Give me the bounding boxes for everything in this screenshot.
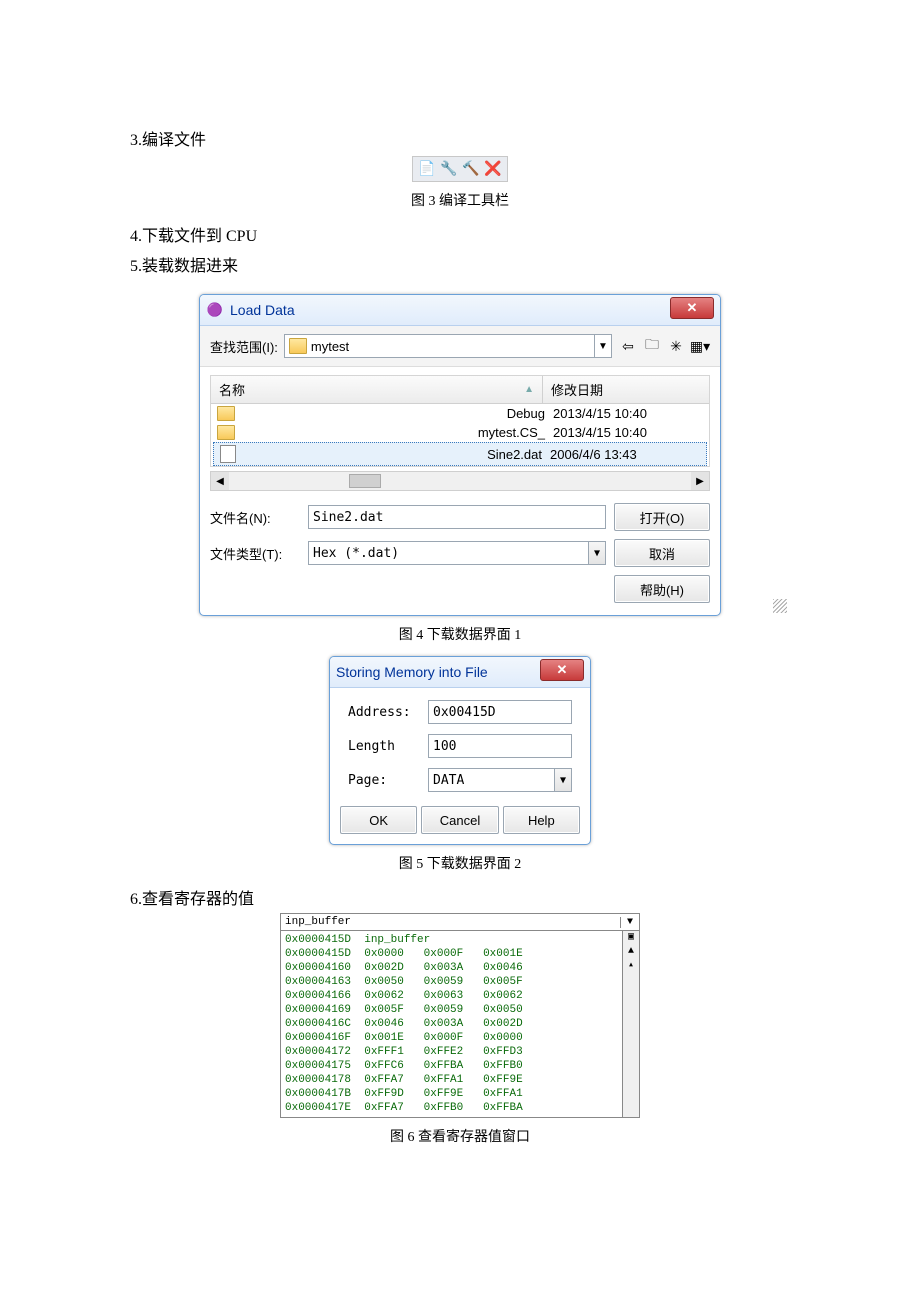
up-folder-icon[interactable]: 🗀 — [642, 336, 662, 356]
list-item[interactable]: mytest.CS_2013/4/15 10:40 — [211, 423, 709, 442]
column-date-header[interactable]: 修改日期 — [543, 376, 709, 403]
scroll-left-icon[interactable]: ◀ — [211, 472, 229, 490]
file-date: 2013/4/15 10:40 — [545, 425, 703, 440]
table-row: 0x0000416C 0x0046 0x003A 0x002D — [285, 1017, 618, 1031]
close-button[interactable]: ✕ — [540, 659, 584, 681]
dialog-title: Load Data — [230, 302, 295, 318]
variable-name-combo[interactable]: inp_buffer — [281, 914, 620, 930]
filetype-combo[interactable]: Hex (*.dat) ▼ — [308, 541, 606, 565]
chevron-down-icon[interactable]: ▼ — [620, 917, 639, 928]
table-row: 0x0000417B 0xFF9D 0xFF9E 0xFFA1 — [285, 1087, 618, 1101]
file-icon — [220, 445, 236, 463]
compile-toolbar: 📄 🔧 🔨 ❌ — [412, 156, 508, 182]
table-row: 0x00004175 0xFFC6 0xFFBA 0xFFB0 — [285, 1059, 618, 1073]
toolbar-icon-2[interactable]: 🔧 — [439, 159, 459, 179]
filetype-label: 文件类型(T): — [210, 544, 300, 563]
table-row: 0x0000417E 0xFFA7 0xFFB0 0xFFBA — [285, 1101, 618, 1115]
toolbar-icon-4[interactable]: ❌ — [483, 159, 503, 179]
scroll-up-top-icon: ▲ — [628, 945, 634, 959]
table-row: 0x00004166 0x0062 0x0063 0x0062 — [285, 989, 618, 1003]
fig3-caption: 图 3 编译工具栏 — [130, 190, 790, 210]
horizontal-scrollbar[interactable]: ◀ ▶ — [210, 471, 710, 491]
address-input[interactable]: 0x00415D — [428, 700, 572, 724]
nav-icons: ⇦ 🗀 ✳ ▦▾ — [618, 336, 710, 356]
filename-input[interactable]: Sine2.dat — [308, 505, 606, 529]
table-row: 0x0000415D 0x0000 0x000F 0x001E — [285, 947, 618, 961]
file-name: mytest.CS_ — [478, 425, 545, 440]
help-button[interactable]: Help — [503, 806, 580, 834]
close-button[interactable]: ✕ — [670, 297, 714, 319]
chevron-down-icon[interactable]: ▼ — [594, 335, 611, 357]
column-name-header[interactable]: 名称 — [219, 380, 245, 399]
page-combo[interactable]: DATA ▼ — [428, 768, 572, 792]
file-name: Sine2.dat — [487, 447, 542, 462]
fig5-caption: 图 5 下载数据界面 2 — [130, 853, 790, 873]
table-row: 0x00004169 0x005F 0x0059 0x0050 — [285, 1003, 618, 1017]
section-3-heading: 3.编译文件 — [130, 126, 790, 150]
app-icon: 🟣 — [206, 301, 224, 319]
table-row: 0x0000415D inp_buffer — [285, 933, 618, 947]
file-listview[interactable]: 名称 ▲ 修改日期 Debug2013/4/15 10:40mytest.CS_… — [210, 375, 710, 467]
section-6-heading: 6.查看寄存器的值 — [130, 885, 790, 909]
file-date: 2013/4/15 10:40 — [545, 406, 703, 421]
mem-dialog-title: Storing Memory into File — [336, 664, 488, 680]
chevron-down-icon[interactable]: ▼ — [554, 769, 571, 791]
file-date: 2006/4/6 13:43 — [542, 447, 700, 462]
table-row: 0x0000416F 0x001E 0x000F 0x0000 — [285, 1031, 618, 1045]
length-label: Length — [348, 739, 428, 754]
views-icon[interactable]: ▦▾ — [690, 336, 710, 356]
new-folder-icon[interactable]: ✳ — [666, 336, 686, 356]
help-button[interactable]: 帮助(H) — [614, 575, 710, 603]
vertical-scrollbar[interactable]: ▣ ▲ ▴ — [622, 931, 639, 1117]
storing-memory-dialog: Storing Memory into File ✕ Address: 0x00… — [329, 656, 591, 845]
table-row: 0x00004163 0x0050 0x0059 0x005F — [285, 975, 618, 989]
lookin-combo[interactable]: mytest ▼ — [284, 334, 612, 358]
fig6-caption: 图 6 查看寄存器值窗口 — [130, 1126, 790, 1146]
folder-icon — [217, 425, 235, 440]
folder-icon — [289, 338, 307, 354]
lookin-label: 查找范围(I): — [210, 337, 278, 356]
back-icon[interactable]: ⇦ — [618, 336, 638, 356]
scroll-up-icon: ▴ — [628, 959, 634, 973]
open-button[interactable]: 打开(O) — [614, 503, 710, 531]
memory-table[interactable]: 0x0000415D inp_buffer0x0000415D 0x0000 0… — [281, 931, 622, 1117]
length-input[interactable]: 100 — [428, 734, 572, 758]
list-item[interactable]: Sine2.dat2006/4/6 13:43 — [213, 442, 707, 466]
register-window: inp_buffer ▼ 0x0000415D inp_buffer0x0000… — [280, 913, 640, 1118]
ok-button[interactable]: OK — [340, 806, 417, 834]
table-row: 0x00004172 0xFFF1 0xFFE2 0xFFD3 — [285, 1045, 618, 1059]
cancel-button[interactable]: 取消 — [614, 539, 710, 567]
folder-icon — [217, 406, 235, 421]
lookin-value: mytest — [311, 339, 349, 354]
page-label: Page: — [348, 773, 428, 788]
toolbar-icon-3[interactable]: 🔨 — [461, 159, 481, 179]
chevron-down-icon[interactable]: ▼ — [588, 542, 605, 564]
fig4-caption: 图 4 下载数据界面 1 — [130, 624, 790, 644]
cancel-button[interactable]: Cancel — [421, 806, 498, 834]
list-item[interactable]: Debug2013/4/15 10:40 — [211, 404, 709, 423]
load-data-dialog: 🟣 Load Data ✕ 查找范围(I): mytest ▼ ⇦ 🗀 ✳ ▦▾ — [199, 294, 721, 616]
scroll-right-icon[interactable]: ▶ — [691, 472, 709, 490]
table-row: 0x00004160 0x002D 0x003A 0x0046 — [285, 961, 618, 975]
scroll-close-icon: ▣ — [628, 931, 634, 945]
toolbar-icon-1[interactable]: 📄 — [417, 159, 437, 179]
filename-label: 文件名(N): — [210, 508, 300, 527]
sort-asc-icon[interactable]: ▲ — [524, 384, 534, 395]
address-label: Address: — [348, 705, 428, 720]
section-4-heading: 4.下载文件到 CPU — [130, 222, 790, 246]
file-name: Debug — [507, 406, 545, 421]
section-5-heading: 5.装载数据进来 — [130, 252, 790, 276]
table-row: 0x00004178 0xFFA7 0xFFA1 0xFF9E — [285, 1073, 618, 1087]
